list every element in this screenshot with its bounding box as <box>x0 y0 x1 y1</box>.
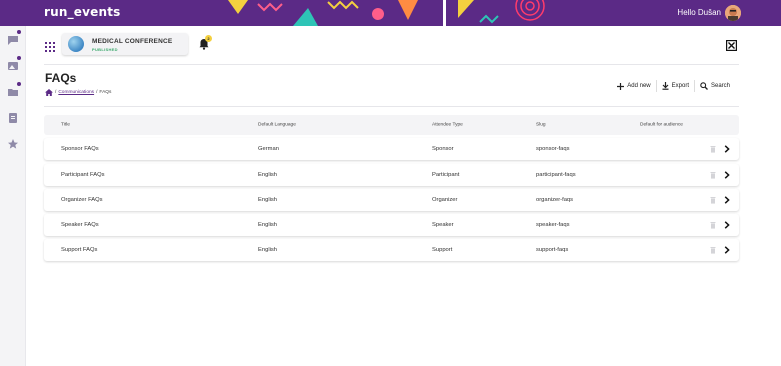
home-icon[interactable] <box>45 89 53 96</box>
row-language: English <box>258 222 278 229</box>
search-button[interactable]: Search <box>695 82 735 90</box>
table-row[interactable]: Sponsor FAQs German Sponsor sponsor-faqs <box>44 138 739 161</box>
search-label: Search <box>710 83 730 89</box>
plus-icon <box>617 82 625 90</box>
row-slug: support-faqs <box>536 247 569 254</box>
row-attendee-type: Sponsor <box>432 146 454 153</box>
toolbar: Add new Export Search <box>612 80 735 92</box>
event-status-badge: PUBLISHED <box>92 47 118 52</box>
star-icon[interactable] <box>7 137 19 149</box>
trash-icon[interactable] <box>710 145 716 153</box>
chevron-right-icon[interactable] <box>724 246 730 255</box>
row-attendee-type: Organizer <box>432 196 458 203</box>
row-slug: sponsor-faqs <box>536 146 570 153</box>
folder-icon[interactable] <box>7 82 21 97</box>
event-name: MEDICAL CONFERENCE <box>92 38 173 45</box>
row-title: Participant FAQs <box>61 171 105 178</box>
image-icon[interactable] <box>7 56 21 71</box>
notification-dot <box>17 30 21 34</box>
app-logo[interactable]: run_events <box>44 5 121 19</box>
trash-icon[interactable] <box>710 246 716 255</box>
row-attendee-type: Speaker <box>432 222 454 229</box>
document-icon[interactable] <box>7 111 19 123</box>
row-title: Organizer FAQs <box>61 196 103 203</box>
column-header-default-language[interactable]: Default Language <box>258 123 296 128</box>
table-row[interactable]: Support FAQs English Support support-faq… <box>44 239 739 262</box>
chevron-right-icon[interactable] <box>724 221 730 229</box>
row-language: English <box>258 171 278 178</box>
chevron-right-icon[interactable] <box>724 196 730 204</box>
top-bar: run_events Hello Dušan <box>0 0 781 26</box>
column-header-title[interactable]: Title <box>61 123 70 128</box>
notification-dot <box>17 82 21 86</box>
close-icon[interactable] <box>726 38 738 52</box>
chevron-right-icon[interactable] <box>724 145 730 154</box>
column-header-attendee-type[interactable]: Attendee Type <box>432 123 463 128</box>
user-avatar[interactable] <box>725 5 741 21</box>
row-slug: organizer-faqs <box>536 196 574 203</box>
breadcrumb-link-communications[interactable]: Communications <box>58 90 94 95</box>
row-title: Sponsor FAQs <box>61 146 99 153</box>
apps-grid-icon[interactable] <box>45 39 55 52</box>
left-rail <box>0 26 26 366</box>
breadcrumb-separator: / <box>96 90 98 95</box>
row-language: English <box>258 247 278 254</box>
table-header: Title Default Language Attendee Type Slu… <box>44 115 739 135</box>
export-button[interactable]: Export <box>657 82 694 90</box>
decorative-banner <box>228 0 545 26</box>
chevron-right-icon[interactable] <box>724 170 730 179</box>
table-row[interactable]: Organizer FAQs English Organizer organiz… <box>44 188 739 211</box>
download-icon <box>662 82 669 90</box>
event-selector[interactable]: MEDICAL CONFERENCE PUBLISHED <box>62 33 188 55</box>
avatar-image <box>725 5 741 21</box>
breadcrumb-separator: / <box>55 90 57 95</box>
trash-icon[interactable] <box>710 196 716 204</box>
add-new-button[interactable]: Add new <box>612 82 655 90</box>
table-row[interactable]: Participant FAQs English Participant par… <box>44 163 739 186</box>
user-greeting: Hello Dušan <box>677 8 721 17</box>
header-divider <box>44 64 739 65</box>
add-new-label: Add new <box>627 83 651 89</box>
row-language: German <box>258 146 279 153</box>
search-icon <box>700 82 708 90</box>
trash-icon[interactable] <box>710 221 716 229</box>
breadcrumb-current: FAQs <box>99 90 112 95</box>
row-title: Support FAQs <box>61 247 98 254</box>
breadcrumb: / Communications / FAQs <box>45 89 111 96</box>
row-slug: speaker-faqs <box>536 222 570 229</box>
notification-count-badge: 2 <box>205 35 212 42</box>
column-header-default-for-audience[interactable]: Default for audience <box>640 123 683 128</box>
event-logo-icon <box>68 36 84 52</box>
row-attendee-type: Participant <box>432 171 460 178</box>
export-label: Export <box>671 83 689 89</box>
table-row[interactable]: Speaker FAQs English Speaker speaker-faq… <box>44 214 739 237</box>
row-attendee-type: Support <box>432 247 453 254</box>
row-language: English <box>258 196 278 203</box>
trash-icon[interactable] <box>710 171 716 179</box>
chat-icon[interactable] <box>7 30 21 45</box>
row-title: Speaker FAQs <box>61 222 99 229</box>
row-slug: participant-faqs <box>536 171 576 178</box>
faqs-table: Title Default Language Attendee Type Slu… <box>44 115 739 262</box>
page-title: FAQs <box>45 71 77 85</box>
section-divider <box>44 106 739 107</box>
column-header-slug[interactable]: Slug <box>536 123 546 128</box>
notification-dot <box>17 56 21 60</box>
